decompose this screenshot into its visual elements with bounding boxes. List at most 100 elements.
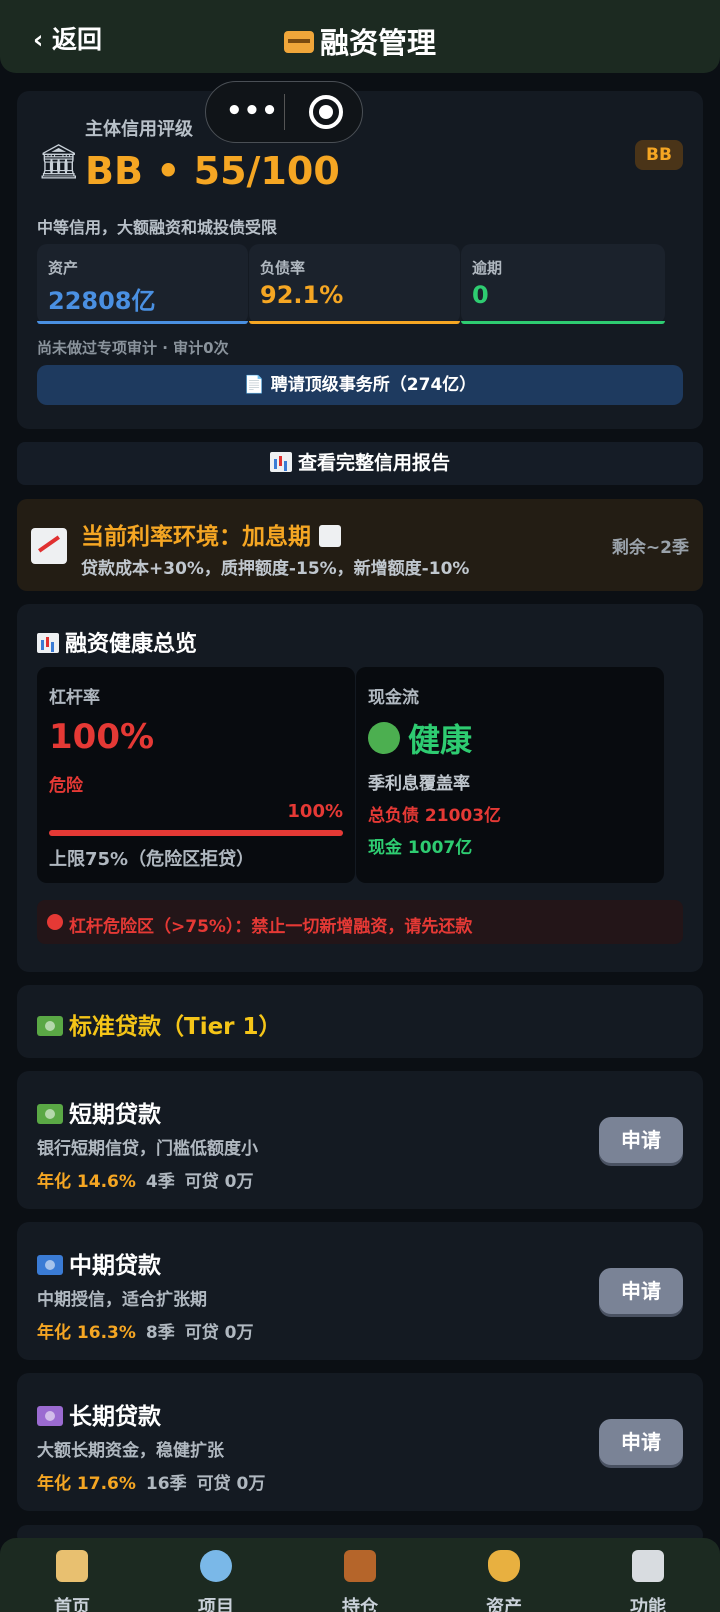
leverage-value: 100% [49, 717, 155, 757]
loan-title: 短期贷款 [37, 1095, 161, 1129]
chart-up-icon [319, 524, 342, 547]
leverage-bar-percent: 100% [287, 801, 343, 822]
loan-meta: 年化 16.3% 8季 可贷 0万 [37, 1318, 254, 1343]
interest-coverage-label: 季利息覆盖率 [368, 774, 470, 794]
loan-meta: 年化 17.6% 16季 可贷 0万 [37, 1469, 265, 1494]
more-icon[interactable]: ••• [226, 96, 279, 126]
health-title: 融资健康总览 [37, 626, 197, 658]
loan-description: 银行短期信贷，门槛低额度小 [37, 1139, 258, 1159]
warning-text: 杠杆危险区（>75%）：禁止一切新增融资，请先还款 [69, 917, 473, 937]
loan-description: 大额长期资金，稳健扩张 [37, 1441, 224, 1461]
full-credit-report-button[interactable]: 查看完整信用报告 [17, 442, 703, 485]
rate-env-title: 当前利率环境：加息期 [81, 517, 342, 551]
loan-rate: 年化 17.6% [37, 1474, 136, 1494]
leverage-progress-fill [49, 830, 343, 836]
credit-label: 主体信用评级 [85, 119, 193, 140]
apply-button[interactable]: 申请 [599, 1268, 683, 1314]
tab-label: 功能 [630, 1597, 666, 1612]
report-button-label: 查看完整信用报告 [297, 452, 450, 474]
leverage-warning: 杠杆危险区（>75%）：禁止一切新增融资，请先还款 [37, 900, 683, 944]
bar-chart-icon [269, 451, 292, 472]
tab-label: 持仓 [342, 1597, 378, 1612]
chart-up-icon [31, 528, 67, 564]
green-circle-icon [368, 722, 400, 754]
tab-assets[interactable]: 资产 [432, 1538, 576, 1612]
loan-available: 可贷 0万 [184, 1172, 254, 1192]
loan-rate: 年化 16.3% [37, 1323, 136, 1343]
credit-rating-card: 🏛 主体信用评级 BB • 55/100 BB 中等信用，大额融资和城投债受限 … [17, 91, 703, 429]
loan-meta: 年化 14.6% 4季 可贷 0万 [37, 1167, 254, 1192]
top-bar: ‹ 返回 融资管理 [0, 0, 720, 73]
close-miniprogram-icon[interactable] [309, 95, 343, 129]
cash-amount: 现金 1007亿 [368, 838, 473, 858]
miniprogram-capsule: ••• [205, 81, 363, 143]
tab-label: 首页 [54, 1597, 90, 1612]
apply-button[interactable]: 申请 [599, 1419, 683, 1465]
loan-description: 中期授信，适合扩张期 [37, 1290, 207, 1310]
stat-debt-ratio: 负债率 92.1% [249, 244, 460, 324]
loan-term: 16季 [145, 1474, 187, 1494]
stat-underline [249, 321, 460, 324]
leverage-limit-note: 上限75%（危险区拒贷） [49, 849, 255, 870]
loan-title-text: 中期贷款 [69, 1253, 161, 1279]
cashflow-status: 健康 [408, 721, 473, 759]
capsule-divider [284, 94, 285, 130]
bank-icon: 🏛 [37, 142, 81, 182]
loan-card-short: 短期贷款 银行短期信贷，门槛低额度小 年化 14.6% 4季 可贷 0万 申请 [17, 1071, 703, 1209]
credit-grade: BB • 55/100 [85, 149, 340, 193]
loan-title-text: 长期贷款 [69, 1404, 161, 1430]
total-debt: 总负债 21003亿 [368, 806, 502, 826]
tab-functions[interactable]: 功能 [576, 1538, 720, 1612]
search-icon [200, 1550, 232, 1582]
cashflow-panel: 现金流 健康 季利息覆盖率 总负债 21003亿 现金 1007亿 [356, 667, 664, 883]
tab-holdings[interactable]: 持仓 [288, 1538, 432, 1612]
loan-term: 8季 [145, 1323, 175, 1343]
interest-rate-banner: 当前利率环境：加息期 贷款成本+30%，质押额度-15%，新增额度-10% 剩余… [17, 499, 703, 591]
loan-available: 可贷 0万 [184, 1323, 254, 1343]
tab-projects[interactable]: 项目 [144, 1538, 288, 1612]
banknote-icon [37, 1103, 63, 1124]
loan-term: 4季 [145, 1172, 175, 1192]
leverage-label: 杠杆率 [49, 688, 100, 708]
cashflow-label: 现金流 [368, 688, 419, 708]
leverage-risk: 危险 [49, 776, 83, 796]
leverage-progress-track [49, 830, 343, 836]
tab-label: 项目 [198, 1597, 234, 1612]
bottom-tab-bar: 首页 项目 持仓 资产 功能 [0, 1538, 720, 1612]
stat-label: 资产 [48, 259, 79, 277]
tab-label: 资产 [486, 1597, 522, 1612]
stat-overdue: 逾期 0 [461, 244, 665, 324]
credit-description: 中等信用，大额融资和城投债受限 [37, 218, 278, 237]
financing-health-card: 融资健康总览 杠杆率 100% 危险 100% 上限75%（危险区拒贷） 现金流… [17, 604, 703, 972]
loan-available: 可贷 0万 [196, 1474, 266, 1494]
audit-note: 尚未做过专项审计 · 审计0次 [37, 339, 229, 357]
rate-env-remaining: 剩余~2季 [611, 538, 689, 558]
loan-card-long: 长期贷款 大额长期资金，稳健扩张 年化 17.6% 16季 可贷 0万 申请 [17, 1373, 703, 1511]
health-title-text: 融资健康总览 [65, 632, 198, 657]
grade-badge: BB [635, 140, 683, 170]
stat-underline [461, 321, 665, 324]
loan-rate: 年化 14.6% [37, 1172, 136, 1192]
page-title: 融资管理 [0, 20, 720, 62]
home-icon [56, 1550, 88, 1582]
banknote-icon [37, 1405, 63, 1426]
stat-assets: 资产 22808亿 [37, 244, 248, 324]
leverage-panel: 杠杆率 100% 危险 100% 上限75%（危险区拒贷） [37, 667, 355, 883]
loan-title: 长期贷款 [37, 1397, 161, 1431]
credit-card-icon [283, 31, 314, 53]
loan-card-medium: 中期贷款 中期授信，适合扩张期 年化 16.3% 8季 可贷 0万 申请 [17, 1222, 703, 1360]
clipboard-icon [632, 1550, 664, 1582]
stat-label: 逾期 [472, 259, 503, 277]
tier1-title-text: 标准贷款（Tier 1） [69, 1014, 282, 1040]
apply-button[interactable]: 申请 [599, 1117, 683, 1163]
stat-value: 0 [472, 281, 489, 309]
bar-chart-icon [37, 633, 59, 653]
stat-underline [37, 321, 248, 324]
loan-title-text: 短期贷款 [69, 1102, 161, 1128]
rate-env-title-text: 当前利率环境：加息期 [81, 524, 311, 550]
hire-auditor-button[interactable]: 📄 聘请顶级事务所（274亿） [37, 365, 683, 405]
loan-title: 中期贷款 [37, 1246, 161, 1280]
banknote-icon [37, 1015, 63, 1036]
tab-home[interactable]: 首页 [0, 1538, 144, 1612]
stat-label: 负债率 [260, 259, 306, 277]
